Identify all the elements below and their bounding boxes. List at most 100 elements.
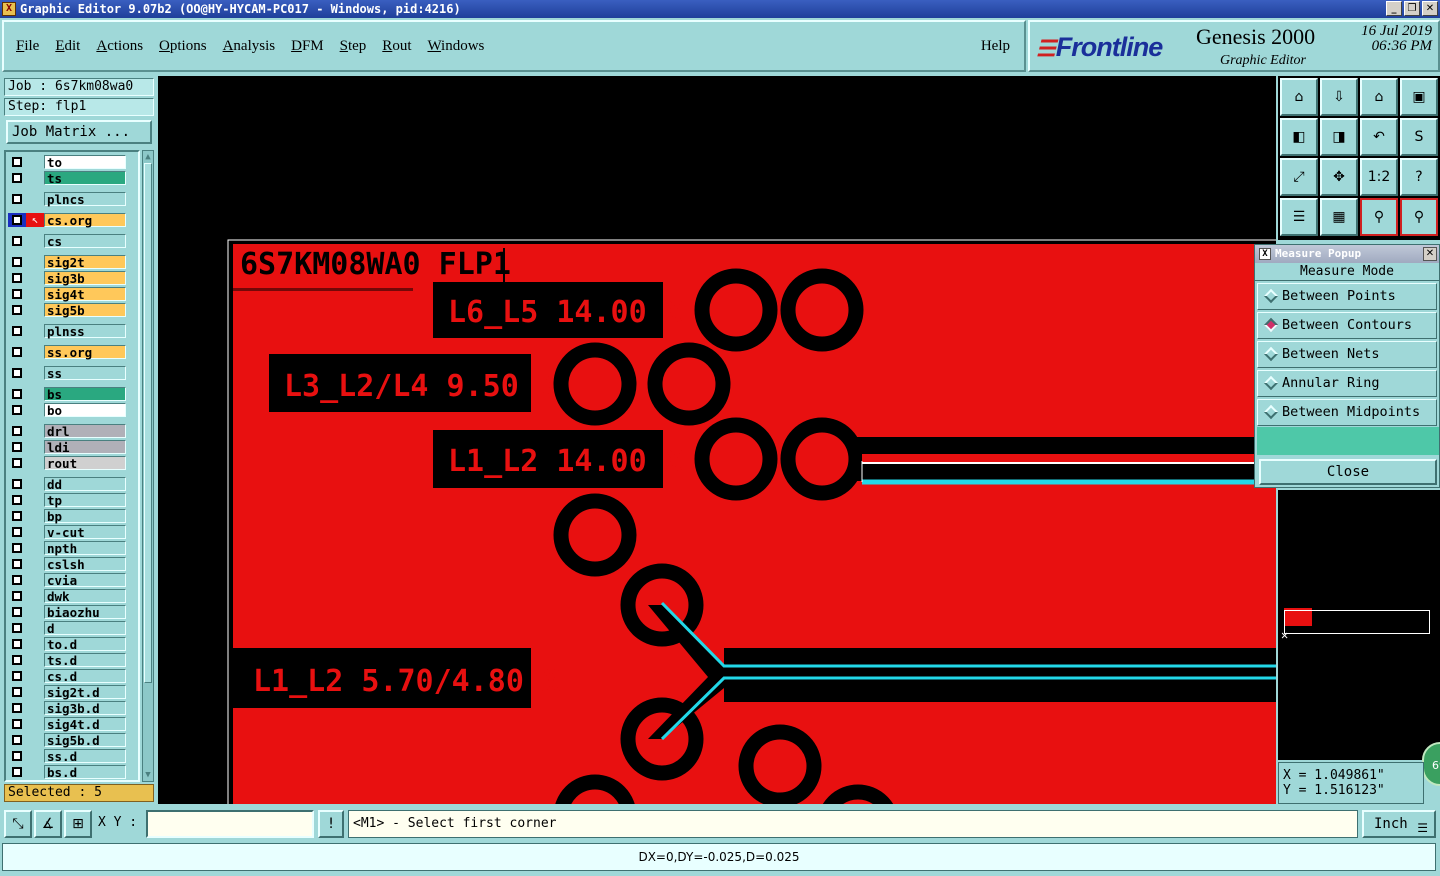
layer-row[interactable]: cvia [8,572,138,588]
menu-windows[interactable]: Windows [427,38,484,55]
menu-edit[interactable]: Edit [55,38,80,55]
layer-row[interactable]: v-cut [8,524,138,540]
layer-row[interactable]: to.d [8,636,138,652]
menu-actions[interactable]: Actions [96,38,143,55]
layer-row[interactable]: biaozhu [8,604,138,620]
layer-name[interactable]: bs [44,387,126,401]
tool-net-icon[interactable]: ⚲ [1360,198,1398,236]
layer-row[interactable]: plncs [8,191,138,207]
layer-row[interactable]: ss [8,365,138,381]
layer-name[interactable]: sig5b [44,303,126,317]
angle-icon[interactable]: ∡ [34,810,62,838]
layer-row[interactable]: bp [8,508,138,524]
layer-name[interactable]: ss [44,366,126,380]
scroll-up-icon[interactable]: ▲ [143,151,153,163]
layer-row[interactable]: sig4t.d [8,716,138,732]
layer-name[interactable]: cvia [44,573,126,587]
layer-row[interactable]: to [8,154,138,170]
layer-name[interactable]: ss.org [44,345,126,359]
layer-checkbox[interactable] [8,493,26,507]
exclaim-icon[interactable]: ! [318,810,344,838]
graphics-canvas[interactable]: 6S7KM08WA0 FLP1 L6_L5 14.00 X L3_L2/L4 9… [158,76,1276,804]
layer-name[interactable]: sig5b.d [44,733,126,747]
popup-close-icon[interactable]: ✕ [1423,247,1437,261]
layer-name[interactable]: bp [44,509,126,523]
layer-row[interactable]: tp [8,492,138,508]
layer-name[interactable]: ss.d [44,749,126,763]
layer-name[interactable]: to [44,155,126,169]
layer-name[interactable]: dd [44,477,126,491]
layer-row[interactable]: sig4t [8,286,138,302]
layer-checkbox[interactable] [8,192,26,206]
tool-pan-right-icon[interactable]: ◨ [1320,118,1358,156]
layer-row[interactable]: bs [8,386,138,402]
layer-row[interactable]: plnss [8,323,138,339]
layer-checkbox[interactable] [8,605,26,619]
layer-row[interactable]: ts [8,170,138,186]
layer-name[interactable]: ts [44,171,126,185]
measure-option[interactable]: Between Points [1257,283,1437,310]
radio-icon[interactable] [1263,404,1279,420]
measure-option[interactable]: Between Nets [1257,341,1437,368]
tool-zoom-home-icon[interactable]: ⌂ [1280,78,1318,116]
menu-dfm[interactable]: DFM [291,38,324,55]
radio-icon[interactable] [1263,375,1279,391]
layer-name[interactable]: to.d [44,637,126,651]
layer-checkbox[interactable] [8,717,26,731]
layer-checkbox[interactable] [8,525,26,539]
tool-net2-icon[interactable]: ⚲ [1400,198,1438,236]
layer-name[interactable]: sig3b.d [44,701,126,715]
layer-name[interactable]: rout [44,456,126,470]
snap-icon[interactable]: ⤡ [4,810,32,838]
layer-row[interactable]: ldi [8,439,138,455]
layer-checkbox[interactable] [8,171,26,185]
layer-row[interactable]: rout [8,455,138,471]
layer-checkbox[interactable] [8,234,26,248]
layer-name[interactable]: bs.d [44,765,126,779]
tool-grid-icon[interactable]: ▦ [1320,198,1358,236]
tool-zoom-center-icon[interactable]: ✥ [1320,158,1358,196]
layer-row[interactable]: cs.d [8,668,138,684]
layer-checkbox[interactable] [8,324,26,338]
layer-row[interactable]: sig3b [8,270,138,286]
layer-row[interactable]: dwk [8,588,138,604]
layer-checkbox[interactable] [8,424,26,438]
layer-checkbox[interactable] [8,477,26,491]
layer-name[interactable]: sig2t [44,255,126,269]
layer-checkbox[interactable] [8,440,26,454]
layer-row[interactable]: ts.d [8,652,138,668]
measure-option[interactable]: Between Contours [1257,312,1437,339]
tool-fit-icon[interactable]: ⤢ [1280,158,1318,196]
layer-checkbox[interactable] [8,589,26,603]
layer-checkbox[interactable] [8,573,26,587]
tool-pan-left-icon[interactable]: ◧ [1280,118,1318,156]
layer-row[interactable]: ss.org [8,344,138,360]
layer-checkbox[interactable] [8,509,26,523]
layer-name[interactable]: v-cut [44,525,126,539]
layer-checkbox[interactable] [8,749,26,763]
layer-checkbox[interactable] [8,287,26,301]
minimize-icon[interactable]: _ [1386,1,1402,16]
pcb-view[interactable]: 6S7KM08WA0 FLP1 L6_L5 14.00 X L3_L2/L4 9… [158,76,1276,804]
layer-row[interactable]: ↖ cs.org [8,212,138,228]
layer-checkbox[interactable] [8,155,26,169]
notification-badge[interactable]: 69 [1422,742,1440,786]
menu-rout[interactable]: Rout [382,38,411,55]
layer-row[interactable]: cslsh [8,556,138,572]
layer-row[interactable]: npth [8,540,138,556]
radio-selected-icon[interactable] [1263,317,1279,333]
close-icon[interactable]: ✕ [1422,1,1438,16]
layer-checkbox[interactable] [8,685,26,699]
layer-checkbox[interactable] [8,213,26,227]
tool-help-icon[interactable]: ? [1400,158,1438,196]
menu-step[interactable]: Step [340,38,367,55]
layer-row[interactable]: d [8,620,138,636]
layer-row[interactable]: sig3b.d [8,700,138,716]
layer-row[interactable]: bs.d [8,764,138,780]
tool-home-icon[interactable]: ⌂ [1360,78,1398,116]
job-matrix-button[interactable]: Job Matrix ... [6,120,152,144]
layer-checkbox[interactable] [8,403,26,417]
layer-row[interactable]: cs [8,233,138,249]
layer-checkbox[interactable] [8,387,26,401]
layer-name[interactable]: sig4t [44,287,126,301]
